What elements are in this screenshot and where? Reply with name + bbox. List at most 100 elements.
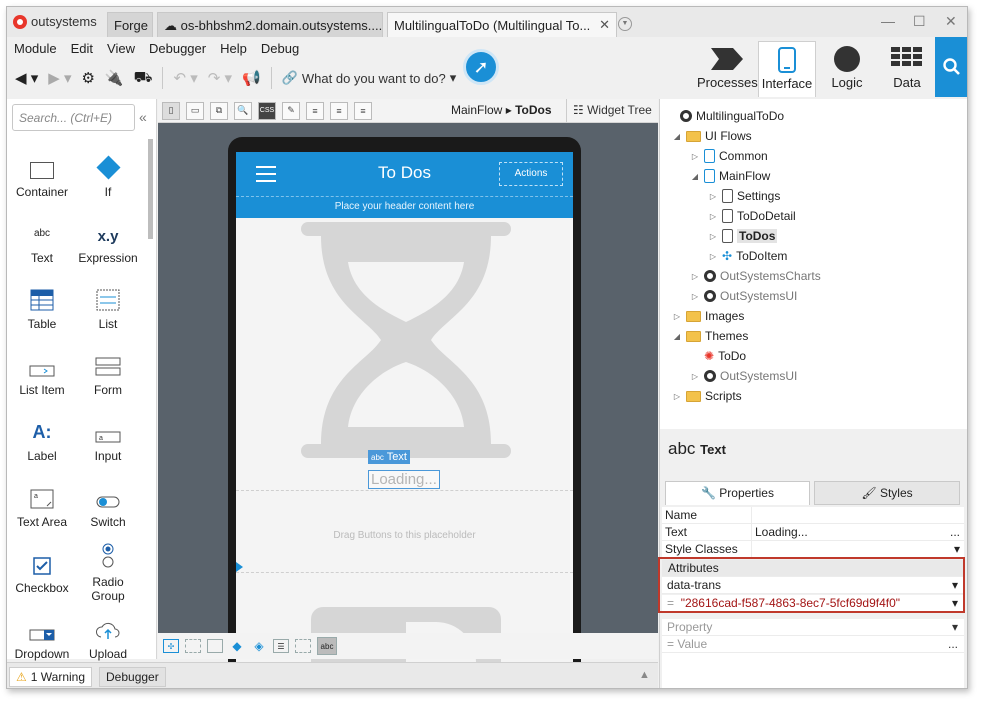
tree-node[interactable]: ◢ MainFlow: [690, 169, 770, 183]
tool-radio-group[interactable]: Radio Group: [73, 535, 143, 603]
expand-toggle-icon[interactable]: ◢: [672, 132, 682, 141]
new-value-row[interactable]: = Value...: [662, 636, 964, 653]
collapse-icon[interactable]: «: [139, 109, 147, 125]
data-button[interactable]: Data: [877, 41, 937, 97]
tool-input[interactable]: a Input: [73, 415, 143, 463]
tree-node[interactable]: ▷ OutSystemsUI: [690, 369, 797, 383]
widget-tree-button[interactable]: ☷ Widget Tree: [566, 99, 658, 122]
zoom-icon[interactable]: 🔍: [234, 101, 252, 120]
plug-icon[interactable]: 🔌: [105, 69, 124, 87]
prop-value[interactable]: Loading......: [752, 525, 964, 539]
tab-module[interactable]: MultilingualToDo (Multilingual To... ✕: [387, 12, 617, 37]
redo-icon[interactable]: ↷ ▾: [208, 69, 232, 87]
tool-list-item[interactable]: List Item: [7, 349, 77, 397]
expand-up-icon[interactable]: ▲: [639, 669, 650, 681]
tab-properties[interactable]: 🔧 Properties: [665, 481, 810, 505]
tool-checkbox[interactable]: Checkbox: [7, 547, 77, 595]
minimize-icon[interactable]: —: [881, 13, 895, 29]
expand-toggle-icon[interactable]: ▷: [690, 292, 700, 301]
close-icon[interactable]: ✕: [599, 17, 610, 33]
tree-node[interactable]: ▷ Settings: [708, 189, 780, 203]
tree-node[interactable]: ▷ ✣ ToDoItem: [708, 249, 788, 263]
expand-toggle-icon[interactable]: ▷: [672, 312, 682, 321]
toolbox-search-input[interactable]: Search... (Ctrl+E): [12, 104, 135, 131]
expand-toggle-icon[interactable]: ▷: [708, 252, 718, 261]
tab-list-icon[interactable]: ▼: [618, 17, 632, 31]
buttons-placeholder[interactable]: Drag Buttons to this placeholder: [236, 530, 573, 541]
align-left-icon[interactable]: ≡: [306, 101, 324, 120]
expand-toggle-icon[interactable]: ▷: [672, 392, 682, 401]
expand-toggle-icon[interactable]: ▷: [690, 152, 700, 161]
tool-dropdown[interactable]: Dropdown: [7, 613, 77, 661]
tree-node[interactable]: ◢ UI Flows: [672, 129, 752, 143]
search-button[interactable]: [935, 37, 967, 97]
tab-forge[interactable]: Forge: [107, 12, 153, 37]
logic-button[interactable]: Logic: [817, 41, 877, 97]
tree-node[interactable]: ▷ Scripts: [672, 389, 742, 403]
header-placeholder[interactable]: Place your header content here: [236, 196, 573, 218]
forward-icon[interactable]: ▶ ▾: [48, 69, 71, 87]
block-icon[interactable]: ✣: [163, 639, 179, 653]
tree-node[interactable]: ▷ ToDos: [708, 229, 778, 243]
tree-node[interactable]: ▷ Images: [672, 309, 744, 323]
tree-node[interactable]: ✺ ToDo: [690, 349, 746, 363]
publish-icon[interactable]: ⛟: [134, 69, 153, 88]
processes-button[interactable]: Processes: [697, 41, 758, 97]
back-icon[interactable]: ◀ ▾: [15, 69, 38, 87]
loading-text-widget[interactable]: Loading...: [368, 470, 440, 489]
tool-table[interactable]: Table: [7, 283, 77, 331]
interface-button[interactable]: Interface: [758, 41, 816, 97]
menu-help[interactable]: Help: [220, 41, 247, 56]
tool-label[interactable]: A: Label: [7, 415, 77, 463]
tree-node[interactable]: ▷ OutSystemsCharts: [690, 269, 821, 283]
tool-if[interactable]: If: [73, 151, 143, 199]
expand-toggle-icon[interactable]: ◢: [672, 332, 682, 341]
form-icon[interactable]: [295, 639, 311, 653]
tree-node[interactable]: ◢ Themes: [672, 329, 748, 343]
align-center-icon[interactable]: ≡: [330, 101, 348, 120]
tool-switch[interactable]: Switch: [73, 481, 143, 529]
phone-view-icon[interactable]: ▯: [162, 101, 180, 120]
new-property-row[interactable]: Property ▾: [662, 619, 964, 636]
share-fab-button[interactable]: ➚: [463, 49, 499, 85]
breadcrumb-parent[interactable]: MainFlow: [451, 103, 502, 117]
multi-view-icon[interactable]: ⧉: [210, 101, 228, 120]
expand-toggle-icon[interactable]: ▷: [708, 192, 718, 201]
menu-debugger[interactable]: Debugger: [149, 41, 206, 56]
align-right-icon[interactable]: ≡: [354, 101, 372, 120]
tool-container[interactable]: Container: [7, 151, 77, 199]
tree-node[interactable]: MultilingualToDo: [666, 109, 784, 123]
expand-toggle-icon[interactable]: ▷: [708, 212, 718, 221]
prop-row-name[interactable]: Name: [662, 507, 964, 524]
tree-node[interactable]: ▷ ToDoDetail: [708, 209, 796, 223]
tool-expression[interactable]: x.y Expression: [73, 217, 143, 265]
menu-edit[interactable]: Edit: [71, 41, 93, 56]
toolbox-scrollbar[interactable]: [148, 139, 153, 239]
expand-toggle-icon[interactable]: ▷: [690, 372, 700, 381]
expand-toggle-icon[interactable]: ▷: [708, 232, 718, 241]
tree-node[interactable]: ▷ Common: [690, 149, 768, 163]
prop-value[interactable]: ▾: [752, 542, 964, 556]
link-diamond-icon[interactable]: ◈: [251, 639, 267, 653]
tool-form[interactable]: Form: [73, 349, 143, 397]
theme-icon[interactable]: ✎: [282, 101, 300, 120]
warnings-tab[interactable]: ⚠ 1 Warning: [9, 667, 93, 687]
maximize-icon[interactable]: ☐: [913, 13, 926, 30]
container-icon[interactable]: [207, 639, 223, 653]
what-to-do-search[interactable]: 🔗 What do you want to do? ▾: [282, 70, 457, 86]
close-window-icon[interactable]: ✕: [945, 13, 957, 30]
prop-row-text[interactable]: Text Loading......: [662, 524, 964, 541]
tool-upload[interactable]: Upload: [73, 613, 143, 661]
prop-row-style-classes[interactable]: Style Classes ▾: [662, 541, 964, 558]
expand-toggle-icon[interactable]: ◢: [690, 172, 700, 181]
ellipsis-button[interactable]: ...: [950, 525, 960, 539]
menu-debug[interactable]: Debug: [261, 41, 299, 56]
breadcrumb-current[interactable]: ToDos: [515, 103, 551, 117]
dropdown-arrow-icon[interactable]: ▾: [954, 542, 960, 556]
if-icon[interactable]: ◆: [229, 639, 245, 653]
tool-text[interactable]: abc Text: [7, 217, 77, 265]
tool-text-area[interactable]: a Text Area: [7, 481, 77, 529]
expand-toggle-icon[interactable]: ▷: [690, 272, 700, 281]
tab-server[interactable]: ☁ os-bhbshm2.domain.outsystems....: [157, 12, 383, 37]
gear-icon[interactable]: ⚙: [81, 69, 94, 87]
